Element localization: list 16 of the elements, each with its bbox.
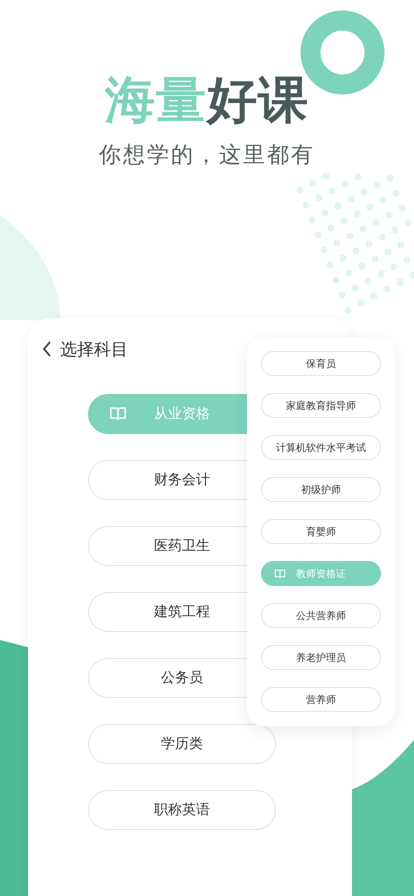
- category-option[interactable]: 学历类: [88, 724, 276, 764]
- screen-title: 选择科目: [60, 338, 128, 360]
- subcategory-option[interactable]: 育婴师: [261, 519, 381, 544]
- subcategory-option[interactable]: 计算机软件水平考试: [261, 435, 381, 460]
- subcategory-option[interactable]: 营养师: [261, 687, 381, 712]
- subcategory-option[interactable]: 公共营养师: [261, 603, 381, 628]
- subtitle: 你想学的，这里都有: [99, 142, 315, 170]
- subcategory-option[interactable]: 家庭教育指导师: [261, 393, 381, 418]
- subcategory-option[interactable]: 养老护理员: [261, 645, 381, 670]
- subcategory-option[interactable]: 保育员: [261, 351, 381, 376]
- book-icon: [109, 406, 127, 422]
- back-icon[interactable]: [42, 340, 52, 358]
- subcategory-option[interactable]: 初级护师: [261, 477, 381, 502]
- category-option[interactable]: 职称英语: [88, 790, 276, 830]
- headline: 海量好课: [105, 70, 309, 130]
- book-icon: [274, 568, 286, 579]
